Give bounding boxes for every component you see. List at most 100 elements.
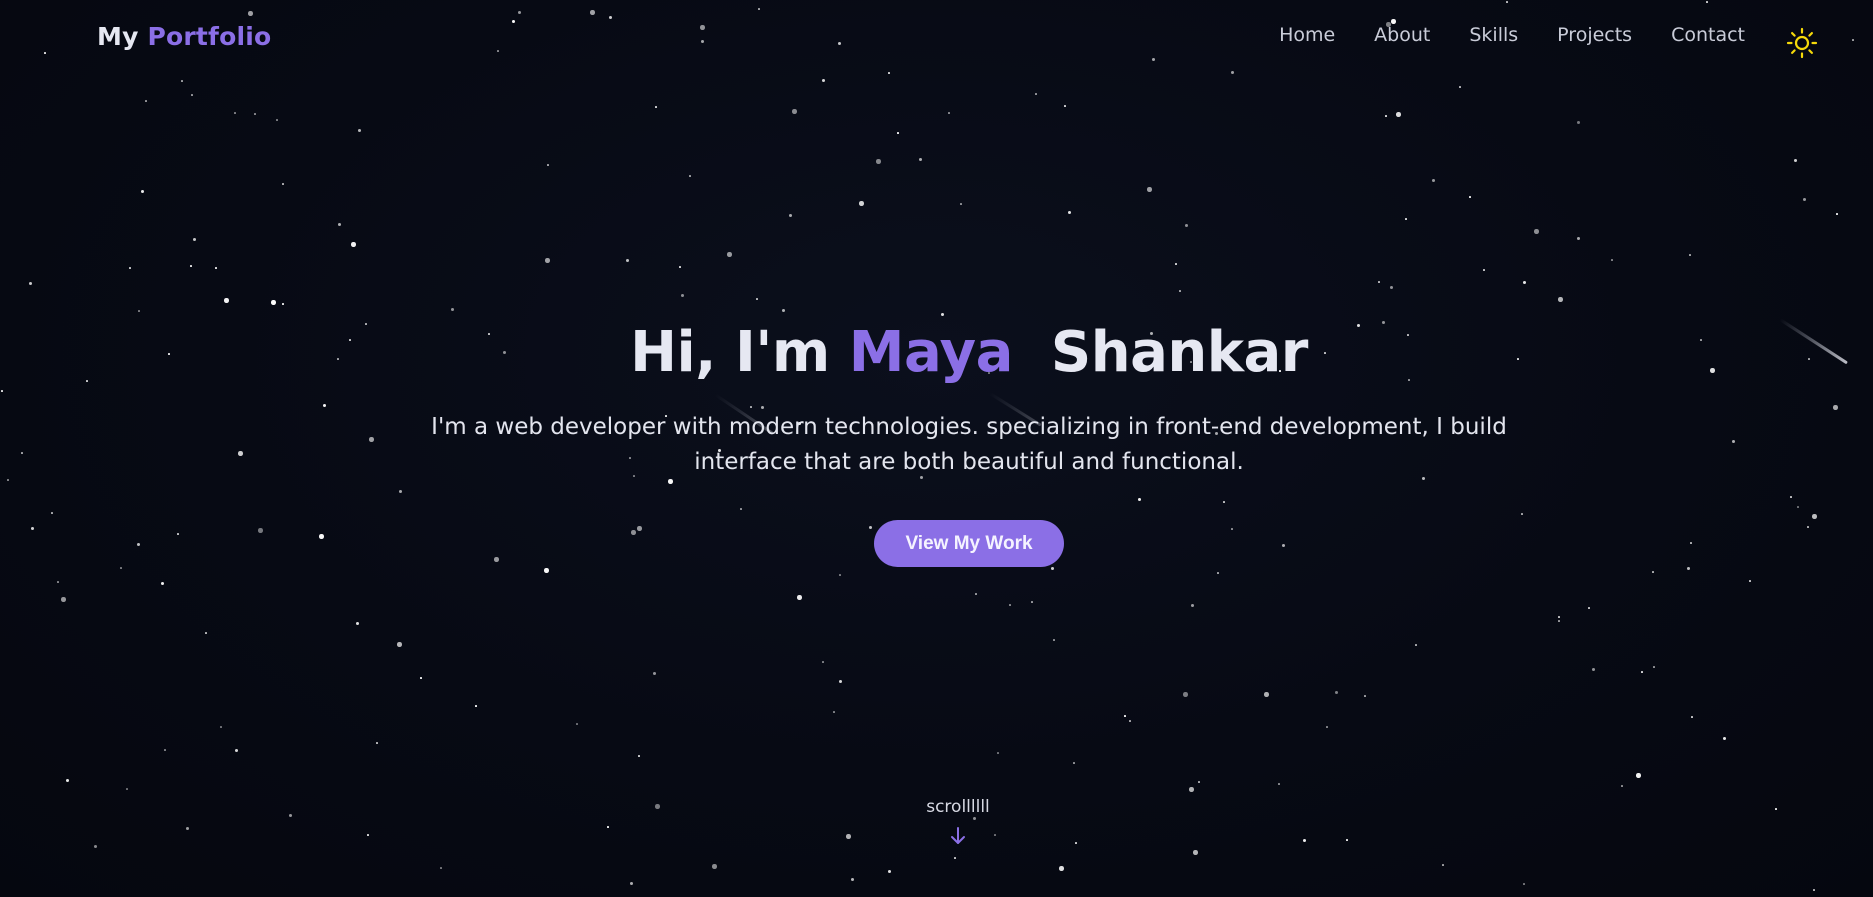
star — [727, 252, 732, 257]
star — [655, 106, 657, 108]
star — [1068, 211, 1071, 214]
star — [960, 203, 962, 205]
brand-first-word: My — [97, 22, 139, 51]
view-my-work-button[interactable]: View My Work — [874, 519, 1064, 567]
star — [29, 282, 32, 285]
star — [545, 258, 550, 263]
star — [235, 749, 238, 752]
star — [397, 642, 402, 647]
star — [919, 158, 922, 161]
star — [420, 677, 422, 679]
star — [1813, 889, 1815, 891]
star — [1335, 691, 1338, 694]
star — [451, 308, 454, 311]
star — [181, 80, 183, 82]
scroll-indicator[interactable]: scrollllll — [908, 797, 1008, 847]
star — [376, 742, 378, 744]
star — [367, 834, 369, 836]
brand-second-word: Portfolio — [147, 22, 272, 51]
star — [1558, 616, 1560, 618]
star — [1390, 286, 1393, 289]
star — [1459, 86, 1461, 88]
star — [234, 112, 236, 114]
star — [190, 265, 192, 267]
star — [948, 112, 950, 114]
star — [897, 132, 899, 134]
star — [638, 755, 640, 757]
star — [1432, 179, 1435, 182]
star — [756, 298, 758, 300]
star — [839, 574, 841, 576]
star — [1523, 883, 1525, 885]
star — [271, 300, 276, 305]
star — [1396, 112, 1401, 117]
star — [120, 567, 122, 569]
star — [941, 313, 944, 316]
star — [1652, 571, 1654, 573]
star — [66, 779, 69, 782]
star — [997, 752, 999, 754]
hero-section: Hi, I'm Maya Shankar I'm a web developer… — [0, 322, 1873, 567]
star — [1031, 601, 1033, 603]
star — [282, 183, 284, 185]
star — [630, 882, 633, 885]
navbar: My Portfolio Home About Skills Projects … — [0, 0, 1873, 76]
star — [1009, 604, 1011, 606]
hero-description: I'm a web developer with modern technolo… — [354, 410, 1519, 480]
star — [1346, 839, 1348, 841]
star — [1558, 620, 1560, 622]
star — [289, 814, 292, 817]
star — [876, 159, 881, 164]
nav-link-about[interactable]: About — [1374, 24, 1430, 46]
star — [1723, 737, 1726, 740]
nav-link-home[interactable]: Home — [1279, 24, 1335, 46]
hero-description-line-2: interface that are both beautiful and fu… — [694, 448, 1244, 475]
star — [679, 266, 681, 268]
nav-link-contact[interactable]: Contact — [1671, 24, 1745, 46]
star — [224, 298, 229, 303]
star — [1653, 666, 1655, 668]
star — [689, 175, 691, 177]
star — [1183, 692, 1188, 697]
star — [475, 705, 477, 707]
star — [547, 164, 549, 166]
star — [1124, 715, 1126, 717]
brand-logo[interactable]: My Portfolio — [97, 22, 271, 51]
star — [205, 632, 207, 634]
star — [833, 711, 835, 713]
star — [61, 597, 66, 602]
star — [440, 867, 442, 869]
star — [1641, 671, 1643, 673]
star — [607, 826, 609, 828]
nav-link-skills[interactable]: Skills — [1469, 24, 1518, 46]
star — [1051, 567, 1054, 570]
arrow-down-icon — [951, 827, 965, 844]
star — [1636, 773, 1641, 778]
star — [1483, 269, 1485, 271]
star — [576, 723, 578, 725]
star — [94, 845, 97, 848]
star — [655, 804, 660, 809]
star — [1198, 781, 1200, 783]
star — [822, 661, 824, 663]
theme-toggle-button[interactable] — [1785, 26, 1819, 60]
star — [1775, 808, 1777, 810]
star — [1193, 850, 1198, 855]
star — [356, 622, 359, 625]
star — [1035, 93, 1037, 95]
star — [220, 726, 222, 728]
star — [653, 672, 656, 675]
star — [1364, 695, 1366, 697]
star — [975, 593, 977, 595]
nav-link-projects[interactable]: Projects — [1557, 24, 1632, 46]
star — [954, 857, 956, 859]
star — [851, 878, 854, 881]
star — [782, 309, 785, 312]
star — [215, 267, 217, 269]
star — [839, 680, 842, 683]
star — [138, 310, 140, 312]
star — [1689, 254, 1691, 256]
hero-first-name: Maya — [848, 320, 1014, 385]
star — [1189, 787, 1194, 792]
star — [846, 834, 851, 839]
